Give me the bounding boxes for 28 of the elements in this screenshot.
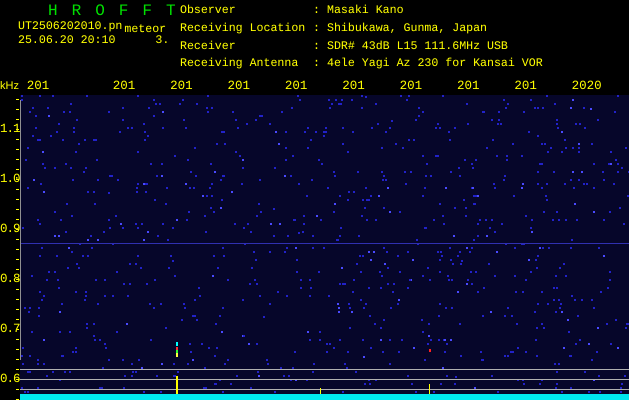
date-time: 25.06.20 20:10: [18, 34, 116, 48]
info-separator: :: [313, 22, 321, 37]
year-label: 201: [284, 78, 308, 92]
unit-label: kHz: [0, 80, 20, 92]
year-label: 201: [514, 78, 538, 92]
year-label: 201: [112, 78, 136, 92]
mode-label: meteor: [124, 23, 166, 36]
info-label: Observer: [180, 5, 237, 19]
year-label: 201: [170, 78, 194, 92]
info-label: Receiving Location: [180, 22, 306, 37]
info-label: Receiver: [180, 40, 237, 54]
app-title: HROFFT: [48, 2, 180, 20]
file-name: UT2506202010.pn: [18, 20, 122, 34]
info-separator: :: [313, 58, 321, 72]
year-label: 201: [342, 78, 366, 92]
info-value: SDR# 43dB L15 111.6MHz USB: [327, 40, 509, 54]
info-separator: :: [313, 40, 321, 54]
year-label: 2020: [572, 78, 603, 92]
count-label: 3.: [155, 34, 170, 48]
year-label: 201: [26, 78, 50, 92]
info-label: Receiving Antenna: [180, 58, 300, 72]
year-label: 201: [456, 78, 480, 92]
info-value: 4ele Yagi Az 230 for Kansai VOR: [327, 58, 543, 72]
info-value: Shibukawa, Gunma, Japan: [327, 22, 488, 37]
info-separator: :: [313, 5, 321, 19]
info-value: Masaki Kano: [327, 5, 405, 19]
year-label: 201: [228, 78, 252, 92]
year-label: 201: [400, 78, 424, 92]
